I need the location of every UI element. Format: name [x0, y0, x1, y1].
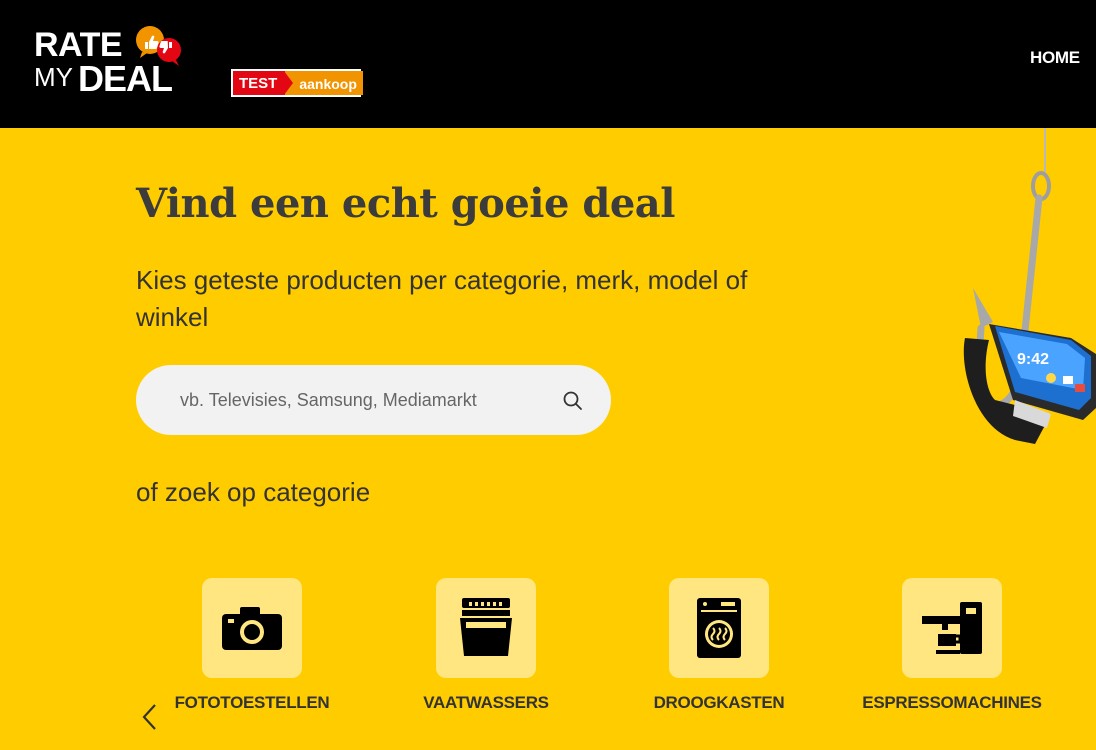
logo-line-my: MY [34, 62, 73, 92]
svg-text:9:42: 9:42 [1017, 351, 1049, 368]
test-aankoop-badge[interactable]: TEST aankoop [231, 69, 363, 97]
page-subtitle: Kies geteste producten per categorie, me… [136, 265, 748, 332]
category-espressomachines[interactable]: ESPRESSOMACHINES [852, 578, 1052, 718]
smartwatch-on-hook-illustration: 9:42 [963, 128, 1096, 444]
top-navigation-bar: RATE MY DEAL TEST aankoop HOME [0, 0, 1096, 128]
nav-home-link[interactable]: HOME [1030, 48, 1080, 68]
test-aankoop-test-label: TEST [233, 71, 294, 95]
dryer-icon [697, 598, 741, 658]
logo-line-rate: RATE [34, 26, 123, 64]
category-droogkasten[interactable]: DROOGKASTEN [619, 578, 819, 718]
chevron-left-icon[interactable] [140, 703, 160, 731]
espresso-machine-icon [922, 602, 982, 654]
search-icon[interactable] [561, 389, 585, 413]
test-aankoop-aankoop-label: aankoop [285, 71, 363, 95]
category-prompt: of zoek op categorie [136, 477, 371, 507]
category-tile [202, 578, 302, 678]
search-input[interactable] [180, 365, 550, 435]
thumbs-bubbles-icon [136, 26, 181, 66]
category-fototoestellen[interactable]: FOTOTOESTELLEN [152, 578, 352, 718]
category-label: VAATWASSERS [423, 693, 549, 712]
category-tile [902, 578, 1002, 678]
camera-icon [222, 607, 282, 650]
page-title: Vind een echt goeie deal [136, 180, 675, 227]
category-label: FOTOTOESTELLEN [174, 693, 330, 712]
dishwasher-icon [460, 598, 512, 656]
category-label: DROOGKASTEN [653, 693, 785, 712]
category-label: ESPRESSOMACHINES [862, 693, 1042, 712]
rate-my-deal-logo[interactable]: RATE MY DEAL [34, 26, 184, 98]
category-tile [436, 578, 536, 678]
category-tile [669, 578, 769, 678]
search-box [136, 365, 611, 435]
category-vaatwassers[interactable]: VAATWASSERS [386, 578, 586, 718]
